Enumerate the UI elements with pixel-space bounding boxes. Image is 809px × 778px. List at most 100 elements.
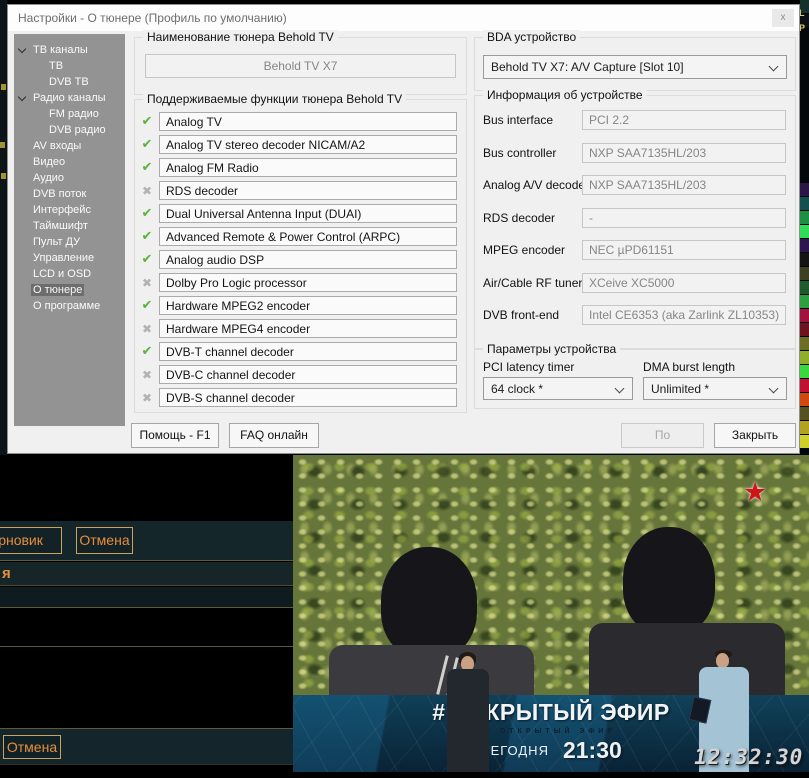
check-icon: ✔: [135, 229, 159, 244]
sidebar-item-timeshift[interactable]: Таймшифт: [14, 218, 125, 234]
sidebar-item-interface[interactable]: Интерфейс: [14, 202, 125, 218]
sidebar-item-dvb-tv[interactable]: DVB ТВ: [14, 74, 125, 90]
info-label: RDS decoder: [483, 211, 582, 225]
banner-time: 21:30: [563, 737, 622, 763]
channel-star-logo: ★: [743, 477, 767, 508]
pci-latency-label: PCI latency timer: [483, 360, 574, 374]
close-icon[interactable]: x: [772, 9, 794, 27]
tuner-name-field[interactable]: Behold TV X7: [145, 54, 456, 78]
faq-button[interactable]: FAQ онлайн: [229, 423, 319, 448]
info-label: MPEG encoder: [483, 243, 582, 257]
sidebar-item-video[interactable]: Видео: [14, 154, 125, 170]
info-row: Analog A/V decoderNXP SAA7135HL/203: [483, 169, 786, 202]
presenter-woman: [433, 652, 503, 772]
info-value: XCeive XC5000: [582, 273, 786, 293]
info-row: MPEG encoderNEC µPD61151: [483, 234, 786, 267]
background-channel-strip: L P: [800, 0, 809, 455]
bda-device-select[interactable]: Behold TV X7: A/V Capture [Slot 10]: [483, 55, 787, 79]
feature-row: ✖DVB-S channel decoder: [135, 386, 466, 409]
info-value: Intel CE6353 (aka Zarlink ZL10353): [582, 305, 786, 325]
chevron-down-icon: [615, 384, 625, 394]
background-artifact: [0, 142, 5, 148]
sidebar-item-remote[interactable]: Пульт ДУ: [14, 234, 125, 250]
feature-row: ✔Analog TV stereo decoder NICAM/A2: [135, 133, 466, 156]
sidebar-item-lcd-osd[interactable]: LCD и OSD: [14, 266, 125, 282]
feature-field: Dolby Pro Logic processor: [159, 273, 457, 292]
sidebar-item-tv-channels[interactable]: ТВ каналы: [14, 42, 125, 58]
check-icon: ✔: [135, 114, 159, 129]
device-info-group: Информация об устройстве Bus interfacePC…: [474, 95, 796, 349]
bda-device-group: BDA устройство Behold TV X7: A/V Capture…: [474, 37, 796, 91]
tuner-name-group: Наименование тюнера Behold TV Behold TV …: [134, 37, 467, 95]
dma-burst-select[interactable]: Unlimited *: [643, 377, 787, 400]
info-label: Air/Cable RF tuner: [483, 276, 582, 290]
pci-latency-value: 64 clock *: [491, 382, 543, 396]
info-row: DVB front-endIntel CE6353 (aka Zarlink Z…: [483, 299, 786, 332]
channel-strip-main: [800, 183, 809, 449]
cancel-button-top[interactable]: Отмена: [76, 527, 133, 554]
sidebar-item-tv[interactable]: ТВ: [14, 58, 125, 74]
check-icon: ✔: [135, 137, 159, 152]
osd-clock: 12:32:30: [692, 745, 805, 769]
help-button[interactable]: Помощь - F1: [131, 423, 219, 448]
sidebar-item-dvb-radio[interactable]: DVB радио: [14, 122, 125, 138]
sidebar-item-about-program[interactable]: О программе: [14, 298, 125, 314]
draft-button[interactable]: черновик: [0, 527, 62, 554]
cross-icon: ✖: [135, 322, 159, 336]
dialog-title: Настройки - О тюнере (Профиль по умолчан…: [18, 11, 287, 25]
settings-category-tree: ТВ каналы ТВ DVB ТВ Радио каналы FM ради…: [14, 34, 125, 426]
info-label: Analog A/V decoder: [483, 178, 582, 192]
check-icon: ✔: [135, 206, 159, 221]
features-group: Поддерживаемые функции тюнера Behold TV …: [134, 99, 467, 413]
sidebar-item-audio[interactable]: Аудио: [14, 170, 125, 186]
background-toolbar: черновик Отмена: [0, 521, 293, 561]
background-artifact: [1, 173, 6, 179]
feature-row: ✖DVB-C channel decoder: [135, 363, 466, 386]
close-button[interactable]: Закрыть: [714, 423, 796, 448]
check-icon: ✔: [135, 344, 159, 359]
cancel-button-bottom[interactable]: Отмена: [3, 735, 61, 759]
sidebar-item-av-inputs[interactable]: AV входы: [14, 138, 125, 154]
info-label: Bus controller: [483, 146, 582, 160]
strip-letter-p: P: [800, 24, 805, 33]
info-row: Bus controllerNXP SAA7135HL/203: [483, 137, 786, 170]
info-value: PCI 2.2: [582, 110, 786, 130]
tuner-name-group-label: Наименование тюнера Behold TV: [143, 30, 338, 44]
feature-row: ✔Analog audio DSP: [135, 248, 466, 271]
sidebar-item-about-tuner[interactable]: О тюнере: [14, 282, 125, 298]
chevron-down-icon: [769, 384, 779, 394]
cross-icon: ✖: [135, 276, 159, 290]
info-value: NEC µPD61151: [582, 240, 786, 260]
sidebar-item-dvb-stream[interactable]: DVB поток: [14, 186, 125, 202]
feature-field: DVB-C channel decoder: [159, 365, 457, 384]
feature-row: ✖Hardware MPEG4 encoder: [135, 317, 466, 340]
feature-field: DVB-S channel decoder: [159, 388, 457, 407]
strip-letter-l: L: [800, 9, 805, 18]
default-button[interactable]: По умолчанию: [621, 423, 704, 448]
bda-group-label: BDA устройство: [483, 30, 580, 44]
check-icon: ✔: [135, 160, 159, 175]
feature-row: ✔DVB-T channel decoder: [135, 340, 466, 363]
chevron-down-icon: [18, 45, 26, 53]
feature-row: ✔Analog TV: [135, 110, 466, 133]
tv-video-frame: ★ # ОТКРЫТЫЙ ЭФИР # ОТКРЫТЫЙ ЭФИР СЕГОДН…: [293, 455, 809, 772]
feature-field: Advanced Remote & Power Control (ARPC): [159, 227, 457, 246]
features-group-label: Поддерживаемые функции тюнера Behold TV: [143, 92, 406, 106]
info-label: Bus interface: [483, 113, 582, 127]
cross-icon: ✖: [135, 368, 159, 382]
screen: L P Настройки - О тюнере (Профиль по умо…: [0, 0, 809, 778]
feature-field: Dual Universal Antenna Input (DUAI): [159, 204, 457, 223]
sidebar-item-control[interactable]: Управление: [14, 250, 125, 266]
chevron-down-icon: [18, 93, 26, 101]
device-params-group: Параметры устройства PCI latency timer D…: [474, 349, 796, 409]
device-info-rows: Bus interfacePCI 2.2 Bus controllerNXP S…: [483, 104, 786, 332]
sidebar-item-radio-channels[interactable]: Радио каналы: [14, 90, 125, 106]
bottom-black-bar: [0, 772, 809, 778]
device-params-group-label: Параметры устройства: [483, 342, 620, 356]
dma-burst-value: Unlimited *: [651, 382, 709, 396]
feature-row: ✖Dolby Pro Logic processor: [135, 271, 466, 294]
pci-latency-select[interactable]: 64 clock *: [483, 377, 633, 400]
info-row: RDS decoder-: [483, 202, 786, 235]
cross-icon: ✖: [135, 391, 159, 405]
sidebar-item-fm-radio[interactable]: FM радио: [14, 106, 125, 122]
